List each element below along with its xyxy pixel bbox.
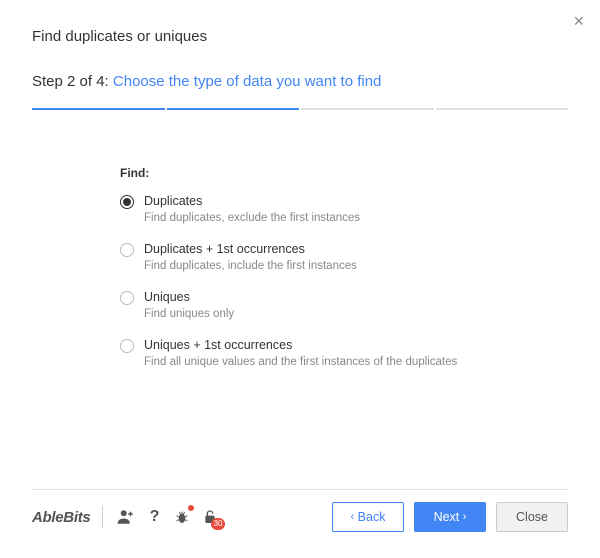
close-button-label: Close [516, 510, 548, 524]
close-icon[interactable]: × [573, 12, 584, 30]
account-icon[interactable] [115, 506, 137, 528]
progress-seg-4 [436, 108, 569, 110]
divider [102, 506, 103, 528]
brand-logo: AbleBits [32, 509, 90, 526]
option-uniques[interactable]: Uniques Find uniques only [120, 290, 568, 320]
step-subtitle: Choose the type of data you want to find [113, 73, 382, 90]
back-button[interactable]: ‹ Back [332, 502, 404, 532]
notification-dot [188, 505, 194, 511]
close-button[interactable]: Close [496, 502, 568, 532]
radio-icon [120, 339, 134, 353]
option-label: Duplicates + 1st occurrences [144, 242, 357, 256]
option-desc: Find duplicates, include the first insta… [144, 260, 357, 272]
radio-icon [120, 195, 134, 209]
next-button-label: Next [434, 510, 460, 524]
next-button[interactable]: Next › [414, 502, 486, 532]
option-duplicates[interactable]: Duplicates Find duplicates, exclude the … [120, 194, 568, 224]
radio-icon [120, 291, 134, 305]
option-label: Uniques [144, 290, 234, 304]
option-desc: Find uniques only [144, 308, 234, 320]
step-indicator: Step 2 of 4: Choose the type of data you… [0, 53, 600, 100]
option-desc: Find duplicates, exclude the first insta… [144, 212, 360, 224]
options-panel: Find: Duplicates Find duplicates, exclud… [0, 110, 600, 406]
back-button-label: Back [358, 510, 386, 524]
option-uniques-first[interactable]: Uniques + 1st occurrences Find all uniqu… [120, 338, 568, 368]
option-label: Duplicates [144, 194, 360, 208]
bug-icon[interactable] [171, 506, 193, 528]
lock-icon[interactable]: 30 [199, 506, 221, 528]
dialog-header: Find duplicates or uniques [0, 0, 600, 53]
help-icon[interactable]: ? [143, 506, 165, 528]
dialog-title: Find duplicates or uniques [32, 28, 568, 45]
option-desc: Find all unique values and the first ins… [144, 356, 457, 368]
progress-seg-2 [167, 108, 300, 110]
option-label: Uniques + 1st occurrences [144, 338, 457, 352]
option-duplicates-first[interactable]: Duplicates + 1st occurrences Find duplic… [120, 242, 568, 272]
lock-badge: 30 [211, 518, 226, 530]
chevron-left-icon: ‹ [351, 512, 355, 523]
progress-seg-3 [301, 108, 434, 110]
radio-icon [120, 243, 134, 257]
footer: AbleBits ? 30 ‹ Back Next › Close [32, 489, 568, 532]
progress-seg-1 [32, 108, 165, 110]
find-label: Find: [120, 166, 568, 180]
step-prefix: Step 2 of 4: [32, 73, 113, 90]
chevron-right-icon: › [463, 512, 467, 523]
